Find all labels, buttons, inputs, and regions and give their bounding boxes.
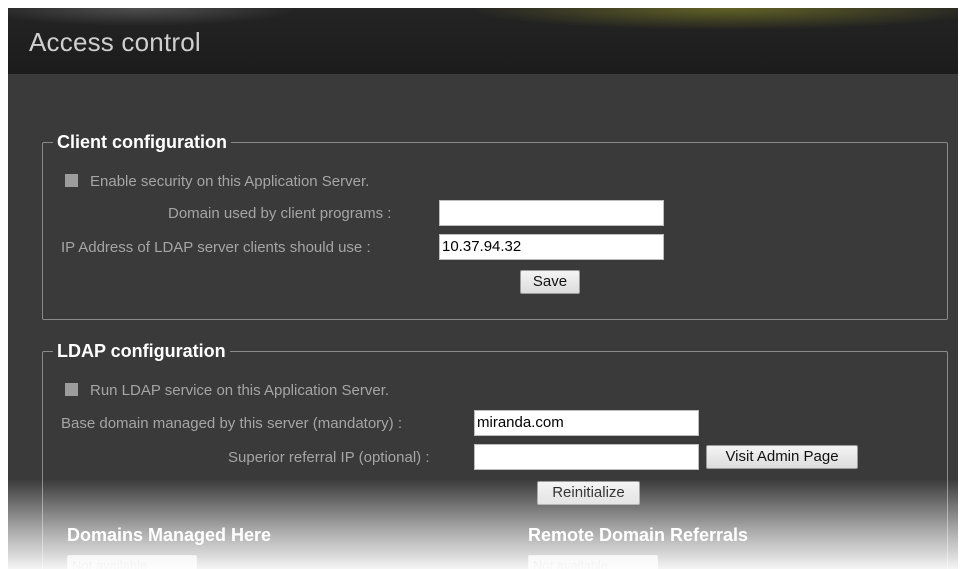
run-ldap-row[interactable]: Run LDAP service on this Application Ser…: [65, 382, 389, 399]
page-header: Access control: [8, 8, 958, 74]
run-ldap-label: Run LDAP service on this Application Ser…: [90, 382, 390, 399]
ldap-ip-label: IP Address of LDAP server clients should…: [61, 239, 371, 256]
ldap-configuration-legend: LDAP configuration: [57, 341, 226, 361]
enable-security-label: Enable security on this Application Serv…: [90, 173, 370, 190]
reinitialize-button[interactable]: Reinitialize: [537, 481, 640, 505]
base-domain-label: Base domain managed by this server (mand…: [61, 415, 402, 432]
remote-referrals-select[interactable]: Not available: [528, 555, 658, 569]
remote-referrals-heading: Remote Domain Referrals: [528, 525, 749, 545]
domains-managed-select[interactable]: Not available: [67, 555, 197, 569]
superior-ip-input[interactable]: [474, 444, 699, 470]
visit-admin-page-button[interactable]: Visit Admin Page: [706, 445, 858, 469]
app-window: Access control Client configuration Enab…: [8, 8, 958, 569]
enable-security-row[interactable]: Enable security on this Application Serv…: [65, 173, 369, 190]
superior-ip-label: Superior referral IP (optional) :: [228, 449, 430, 466]
enable-security-checkbox[interactable]: [65, 174, 78, 187]
client-configuration-legend: Client configuration: [57, 132, 227, 152]
base-domain-input[interactable]: miranda.com: [474, 410, 699, 436]
domains-managed-heading: Domains Managed Here: [67, 525, 272, 545]
domain-label: Domain used by client programs :: [168, 205, 392, 222]
domain-input[interactable]: [439, 200, 664, 226]
page-title: Access control: [29, 27, 201, 57]
run-ldap-checkbox[interactable]: [65, 383, 78, 396]
ldap-ip-input[interactable]: 10.37.94.32: [439, 234, 664, 260]
save-button[interactable]: Save: [520, 270, 580, 294]
client-configuration-panel: Client configuration: [42, 132, 948, 320]
